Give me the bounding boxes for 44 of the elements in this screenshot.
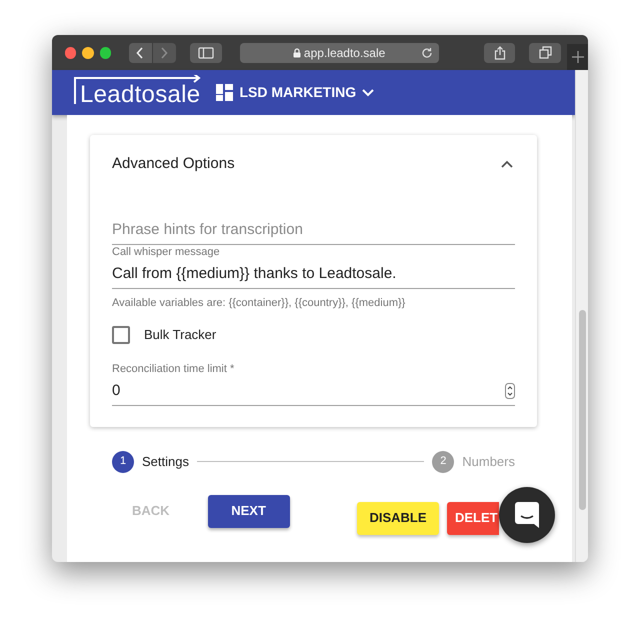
next-button[interactable]: NEXT (208, 494, 290, 528)
chevron-icon[interactable] (501, 160, 513, 168)
close-window-button[interactable] (65, 46, 76, 58)
input-field[interactable]: Phrase hints for transcription (112, 215, 515, 245)
field-label: Call whisper message (112, 246, 221, 259)
checkbox-label: Bulk Tracker (144, 326, 216, 344)
url-text: app.leadto.sale (304, 44, 386, 62)
delete-button[interactable]: DELET (447, 502, 499, 534)
spinner-icon[interactable] (505, 382, 515, 398)
sidebar-button[interactable] (190, 42, 222, 62)
share-icon (494, 46, 506, 60)
checkbox[interactable] (112, 326, 130, 344)
account-dropdown[interactable]: LSD MARKETING (239, 82, 374, 103)
step-number: 1 (112, 450, 134, 472)
dashboard-icon (216, 84, 234, 101)
disable-button[interactable]: DISABLE (357, 502, 439, 534)
chat-icon (515, 502, 539, 528)
step-label: Numbers (462, 452, 515, 471)
address-bar[interactable]: app.leadto.sale (240, 42, 439, 62)
input-field[interactable]: Call from {{medium}} thanks to Leadtosale. (112, 259, 515, 289)
section-title: Advanced Options (112, 154, 235, 174)
helper-text: Available variables are: {{container}}, {{country}}, {{medium}} (112, 296, 406, 311)
lock-icon (292, 48, 301, 58)
logo[interactable]: Leadtosale (74, 76, 200, 110)
scrollbar[interactable] (575, 70, 588, 562)
share-button[interactable] (484, 42, 516, 62)
new-tab-button[interactable] (567, 44, 588, 70)
tabs-button[interactable] (529, 42, 562, 62)
caret-icon (362, 88, 374, 96)
sidebar-icon (198, 46, 214, 58)
chevron-right-icon (160, 46, 168, 58)
zoom-window-button[interactable] (100, 46, 111, 58)
back-button[interactable] (128, 42, 152, 62)
chevron-left-icon (136, 46, 144, 58)
chat-button[interactable] (499, 487, 555, 543)
field-label: Reconciliation time limit * (112, 362, 236, 376)
accordion-header[interactable]: Advanced Options (112, 135, 515, 193)
reload-icon[interactable] (420, 46, 433, 58)
tabs-icon (538, 46, 552, 59)
plus-icon (572, 51, 584, 63)
minimize-window-button[interactable] (82, 46, 94, 58)
number-field[interactable]: 0 (112, 376, 505, 406)
step-label: Settings (142, 452, 189, 471)
step-number: 2 (432, 450, 454, 472)
